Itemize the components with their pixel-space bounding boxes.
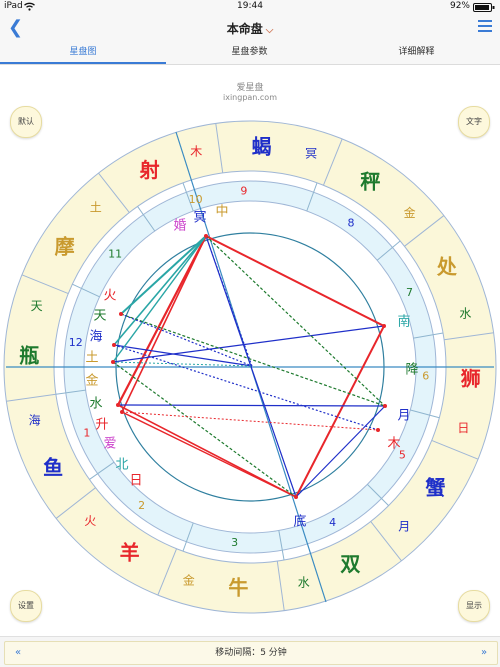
planet-marker — [116, 403, 120, 407]
planet-marker — [382, 324, 386, 328]
battery-icon — [473, 3, 495, 12]
planet-marker — [294, 495, 298, 499]
house-number: 2 — [138, 499, 145, 512]
status-bar: iPad 19:44 92% — [0, 0, 500, 14]
credit-name: 爱星盘 — [236, 83, 264, 93]
house-number: 8 — [347, 216, 354, 229]
zodiac-sign-label: 秤 — [360, 170, 380, 194]
chevron-down-icon: ⌵ — [265, 25, 274, 36]
sign-ruler-label: 水 — [298, 575, 310, 589]
planet-label[interactable]: 水 — [89, 397, 102, 412]
planet-label[interactable]: 木 — [387, 437, 400, 452]
house-number: 7 — [406, 286, 413, 299]
planet-label[interactable]: 天 — [93, 309, 106, 324]
planet-label[interactable]: 火 — [103, 289, 116, 304]
sign-ruler-label: 日 — [457, 421, 469, 435]
step-forward-button[interactable]: » — [471, 642, 497, 664]
planet-label[interactable]: 土 — [85, 351, 98, 366]
sign-ruler-label: 金 — [404, 205, 416, 220]
sign-ruler-label: 火 — [84, 514, 96, 528]
sign-ruler-label: 天 — [31, 299, 43, 313]
planet-label[interactable]: 冥 — [193, 211, 206, 226]
status-time: 19:44 — [237, 1, 263, 11]
planet-label[interactable]: 日 — [129, 474, 142, 489]
planet-marker — [383, 404, 387, 408]
text-button[interactable]: 文字 — [458, 106, 490, 138]
planet-label[interactable]: 婚 — [173, 219, 186, 234]
tab-interpretation[interactable]: 详细解释 — [333, 42, 500, 64]
sign-ruler-label: 冥 — [305, 147, 317, 161]
house-number: 9 — [240, 185, 247, 198]
navigation-bar: ❮ 本命盘 ⌵ — [0, 14, 500, 43]
sign-ruler-label: 木 — [190, 145, 202, 159]
house-number: 11 — [108, 247, 122, 260]
zodiac-sign-label: 狮 — [461, 367, 481, 391]
planet-marker — [120, 410, 124, 414]
zodiac-sign-label: 双 — [340, 552, 360, 576]
house-number: 3 — [231, 536, 238, 549]
house-number: 12 — [69, 336, 83, 349]
sign-ruler-label: 月 — [398, 520, 410, 534]
planet-label[interactable]: 南 — [397, 314, 410, 330]
zodiac-sign-label: 处 — [436, 255, 458, 279]
planet-label[interactable]: 升 — [95, 418, 108, 433]
planet-label[interactable]: 爱 — [103, 437, 116, 452]
sign-ruler-label: 海 — [29, 413, 41, 428]
zodiac-sign-label: 射 — [139, 158, 160, 182]
house-number: 6 — [422, 370, 429, 383]
display-button[interactable]: 显示 — [458, 590, 490, 622]
bottom-bar: 移动间隔：5 分钟 « » — [0, 636, 500, 667]
house-number: 1 — [83, 426, 90, 439]
sign-ruler-label: 土 — [90, 200, 102, 214]
default-button[interactable]: 默认 — [10, 106, 42, 138]
tab-chart[interactable]: 星盘图 — [0, 42, 166, 64]
planet-marker — [376, 428, 380, 432]
zodiac-sign-label: 羊 — [120, 540, 140, 564]
planet-label[interactable]: 海 — [89, 330, 102, 345]
zodiac-sign-label: 摩 — [55, 235, 75, 259]
chart-area: 爱星盘 ixingpan.com 蝎冥秤金处水狮日蟹月双水牛金羊火鱼海瓶天摩土射… — [0, 64, 500, 636]
planet-marker — [204, 234, 208, 238]
page-title[interactable]: 本命盘 ⌵ — [0, 20, 500, 37]
tab-parameters[interactable]: 星盘参数 — [166, 42, 333, 64]
house-number: 10 — [189, 193, 203, 206]
planet-marker — [111, 360, 115, 364]
zodiac-sign-label: 瓶 — [19, 343, 39, 367]
sign-ruler-label: 金 — [183, 572, 195, 587]
credit-url: ixingpan.com — [222, 93, 277, 102]
interval-label: 移动间隔：5 分钟 — [215, 648, 287, 658]
planet-label[interactable]: 底 — [293, 514, 306, 530]
hamburger-menu-icon[interactable] — [478, 20, 492, 32]
sign-ruler-label: 水 — [459, 306, 471, 320]
astrology-chart-wheel: 蝎冥秤金处水狮日蟹月双水牛金羊火鱼海瓶天摩土射木987654321121110冥… — [3, 120, 497, 614]
planet-label[interactable]: 金 — [85, 373, 98, 389]
page-title-text: 本命盘 — [226, 22, 263, 36]
zodiac-sign-label: 蝎 — [252, 134, 272, 158]
zodiac-sign-label: 鱼 — [43, 455, 63, 479]
step-back-button[interactable]: « — [5, 642, 31, 664]
planet-label[interactable]: 降 — [405, 363, 418, 378]
battery-percent: 92% — [449, 1, 470, 11]
planet-label[interactable]: 中 — [215, 205, 228, 220]
interval-control: 移动间隔：5 分钟 « » — [4, 641, 498, 665]
planet-label[interactable]: 北 — [115, 458, 128, 473]
settings-button[interactable]: 设置 — [10, 590, 42, 622]
tab-bar: 星盘图 星盘参数 详细解释 — [0, 42, 500, 65]
house-number: 4 — [329, 516, 336, 529]
planet-label[interactable]: 月 — [397, 409, 410, 424]
planet-marker — [119, 312, 123, 316]
planet-marker — [112, 343, 116, 347]
zodiac-sign-label: 牛 — [228, 576, 248, 600]
zodiac-sign-label: 蟹 — [425, 475, 445, 499]
